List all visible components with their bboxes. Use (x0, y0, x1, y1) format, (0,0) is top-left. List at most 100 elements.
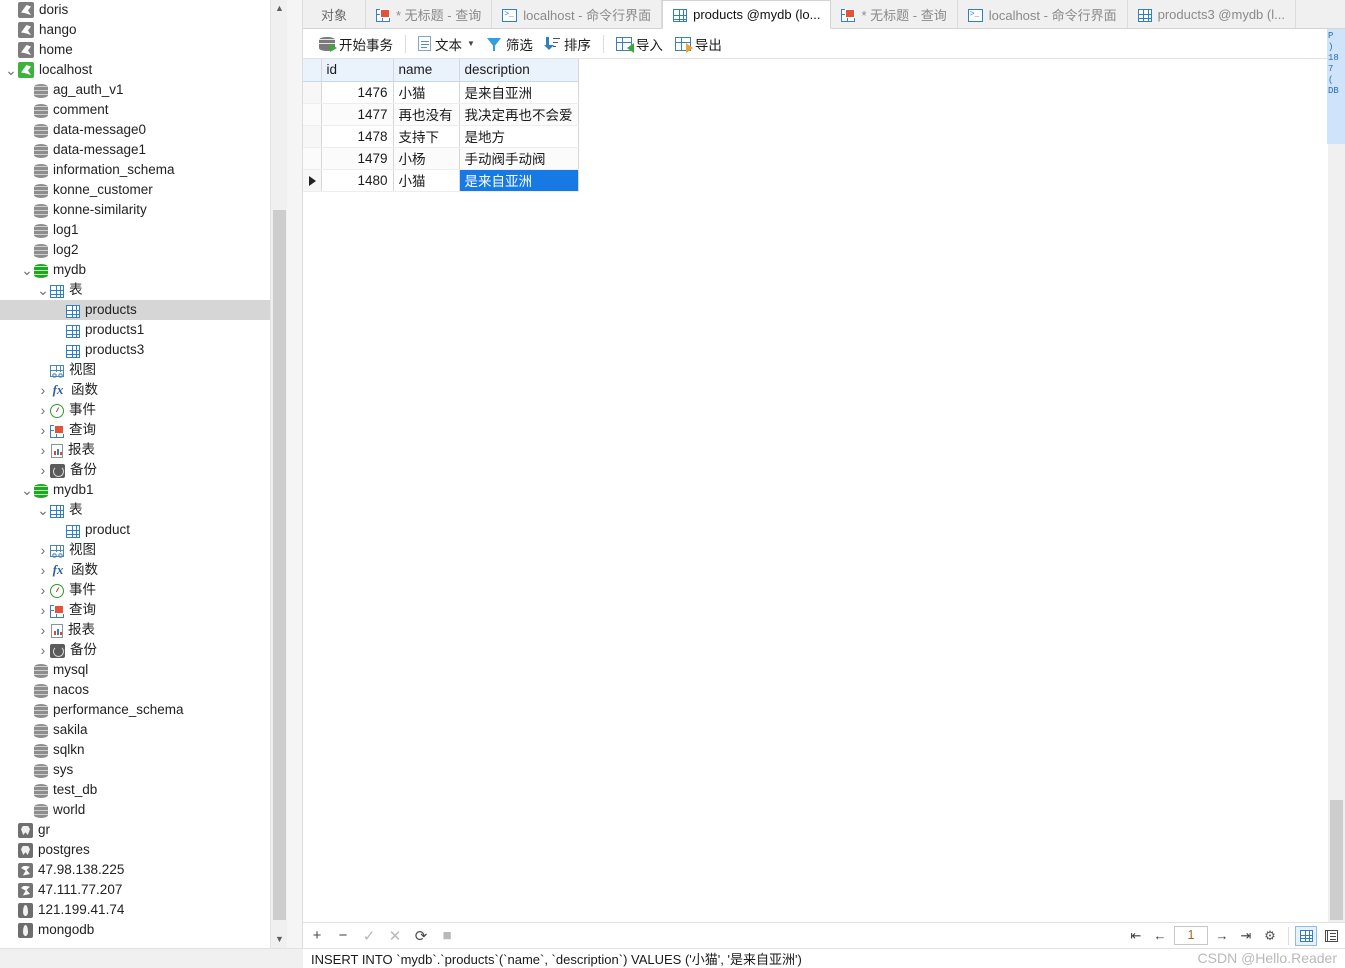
editor-tab-bar[interactable]: 对象 * 无标题 - 查询 localhost - 命令行界面 products @… (303, 0, 1345, 29)
chevron-right-icon[interactable]: › (36, 440, 50, 460)
tree-item-47-111-77-207[interactable]: 47.111.77.207 (0, 880, 287, 900)
tree-item-121-199-41-74[interactable]: 121.199.41.74 (0, 900, 287, 920)
table-row[interactable]: 1479 小杨 手动阀手动阀 (303, 147, 579, 170)
tree-item--[interactable]: › fx 函数 (0, 380, 287, 400)
first-page-button[interactable]: ⇤ (1124, 925, 1148, 947)
export-button[interactable]: 导出 (669, 32, 728, 56)
tree-item-test-db[interactable]: test_db (0, 780, 287, 800)
delete-record-button[interactable]: − (331, 924, 355, 948)
tree-item--[interactable]: › 事件 (0, 400, 287, 420)
add-record-button[interactable]: + (305, 924, 329, 948)
table-row[interactable]: 1480 小猫 是来自亚洲 (303, 169, 579, 192)
tree-item-sys[interactable]: sys (0, 760, 287, 780)
database-tree-list[interactable]: doris hango home ⌄ localhost ag_auth_v1 commen… (0, 0, 287, 940)
tree-item--[interactable]: › 查询 (0, 420, 287, 440)
stop-button[interactable]: ■ (435, 924, 459, 948)
tree-item-hango[interactable]: hango (0, 20, 287, 40)
tree-item--[interactable]: ⌄ 表 (0, 500, 287, 520)
tree-item--[interactable]: › 事件 (0, 580, 287, 600)
chevron-right-icon[interactable]: › (36, 640, 50, 660)
tab-object[interactable]: 对象 (303, 0, 367, 28)
tree-item-log2[interactable]: log2 (0, 240, 287, 260)
page-number-input[interactable]: 1 (1174, 926, 1208, 945)
chevron-down-icon[interactable]: ⌄ (36, 503, 50, 517)
tree-item-performance-schema[interactable]: performance_schema (0, 700, 287, 720)
column-header-name[interactable]: name (393, 59, 460, 82)
sort-button[interactable]: 排序 (539, 32, 597, 56)
chevron-right-icon[interactable]: › (36, 560, 50, 580)
tab-items[interactable]: * 无标题 - 查询 localhost - 命令行界面 products @myd… (366, 0, 1296, 29)
tree-item--[interactable]: › 备份 (0, 460, 287, 480)
row-marker[interactable] (303, 169, 322, 192)
filter-button[interactable]: 筛选 (481, 32, 539, 56)
grid-toolbar[interactable]: 开始事务 文本 ▼ 筛选 排序 导入 导出 (303, 29, 1345, 59)
tree-item-sakila[interactable]: sakila (0, 720, 287, 740)
page-navigation[interactable]: ⇤ ← 1 → ⇥ ⚙ (1124, 925, 1345, 947)
tree-scrollbar-thumb[interactable] (273, 210, 286, 920)
tree-item-world[interactable]: world (0, 800, 287, 820)
cell-description[interactable]: 是来自亚洲 (459, 81, 579, 104)
last-page-button[interactable]: ⇥ (1234, 925, 1258, 947)
chevron-down-icon[interactable]: ⌄ (36, 283, 50, 297)
cell-name[interactable]: 支持下 (393, 125, 460, 148)
cell-name[interactable]: 小杨 (393, 147, 460, 170)
tree-item-mongodb[interactable]: mongodb (0, 920, 287, 940)
import-button[interactable]: 导入 (610, 32, 669, 56)
tree-scrollbar[interactable]: ▲ ▼ (270, 0, 287, 948)
table-row[interactable]: 1477 再也没有 我决定再也不会爱 (303, 103, 579, 126)
cell-name[interactable]: 再也没有 (393, 103, 460, 126)
cell-description[interactable]: 手动阀手动阀 (459, 147, 579, 170)
cell-description[interactable]: 我决定再也不会爱 (459, 103, 579, 126)
chevron-right-icon[interactable]: › (36, 420, 50, 440)
data-grid[interactable]: id name description 1476 小猫 是来自亚洲 1477 再也没有我… (303, 59, 1328, 922)
tree-item-konne-similarity[interactable]: konne-similarity (0, 200, 287, 220)
chevron-down-icon[interactable]: ⌄ (20, 263, 34, 277)
tree-item-comment[interactable]: comment (0, 100, 287, 120)
tree-item--[interactable]: 视图 (0, 360, 287, 380)
tree-item-product[interactable]: product (0, 520, 287, 540)
cell-id[interactable]: 1476 (321, 81, 394, 104)
chevron-right-icon[interactable]: › (36, 580, 50, 600)
tab-5[interactable]: products3 @mydb (l... (1127, 0, 1296, 28)
tree-item-postgres[interactable]: postgres (0, 840, 287, 860)
tree-item-products[interactable]: products (0, 300, 287, 320)
tree-item-home[interactable]: home (0, 40, 287, 60)
tree-item-mydb1[interactable]: ⌄ mydb1 (0, 480, 287, 500)
tree-scroll-down-icon[interactable]: ▼ (271, 931, 287, 948)
tree-item--[interactable]: › fx 函数 (0, 560, 287, 580)
cancel-record-button[interactable]: ✕ (383, 924, 407, 948)
table-row[interactable]: 1476 小猫 是来自亚洲 (303, 81, 579, 104)
tree-item--[interactable]: › 视图 (0, 540, 287, 560)
chevron-down-icon[interactable]: ⌄ (4, 63, 18, 77)
tree-item-localhost[interactable]: ⌄ localhost (0, 60, 287, 80)
tree-item-log1[interactable]: log1 (0, 220, 287, 240)
row-marker[interactable] (303, 81, 322, 104)
row-marker[interactable] (303, 125, 322, 148)
chevron-right-icon[interactable]: › (36, 620, 50, 640)
column-header-description[interactable]: description (459, 59, 579, 82)
chevron-right-icon[interactable]: › (36, 460, 50, 480)
tree-item-sqlkn[interactable]: sqlkn (0, 740, 287, 760)
tree-item-data-message1[interactable]: data-message1 (0, 140, 287, 160)
form-view-button[interactable] (1320, 926, 1342, 946)
tree-item--[interactable]: › 查询 (0, 600, 287, 620)
record-navigation-bar[interactable]: + − ✓ ✕ ⟳ ■ ⇤ ← 1 → ⇥ ⚙ (303, 922, 1345, 948)
cell-name[interactable]: 小猫 (393, 81, 460, 104)
tree-item-data-message0[interactable]: data-message0 (0, 120, 287, 140)
tree-item-information-schema[interactable]: information_schema (0, 160, 287, 180)
cell-id[interactable]: 1477 (321, 103, 394, 126)
tab-0[interactable]: * 无标题 - 查询 (366, 0, 493, 28)
cell-id[interactable]: 1479 (321, 147, 394, 170)
cell-name[interactable]: 小猫 (393, 169, 460, 192)
tree-item--[interactable]: ⌄ 表 (0, 280, 287, 300)
chevron-down-icon[interactable]: ▼ (467, 39, 475, 48)
tab-2[interactable]: products @mydb (lo... (662, 0, 832, 29)
text-mode-button[interactable]: 文本 ▼ (412, 32, 481, 56)
chevron-down-icon[interactable]: ⌄ (20, 483, 34, 497)
pane-splitter[interactable] (287, 0, 303, 948)
tree-item-products1[interactable]: products1 (0, 320, 287, 340)
tree-item-47-98-138-225[interactable]: 47.98.138.225 (0, 860, 287, 880)
tree-item--[interactable]: › 报表 (0, 620, 287, 640)
grid-scrollbar-thumb[interactable] (1330, 800, 1343, 920)
right-collapsed-panel[interactable]: P) 18 7(DB (1327, 29, 1345, 144)
